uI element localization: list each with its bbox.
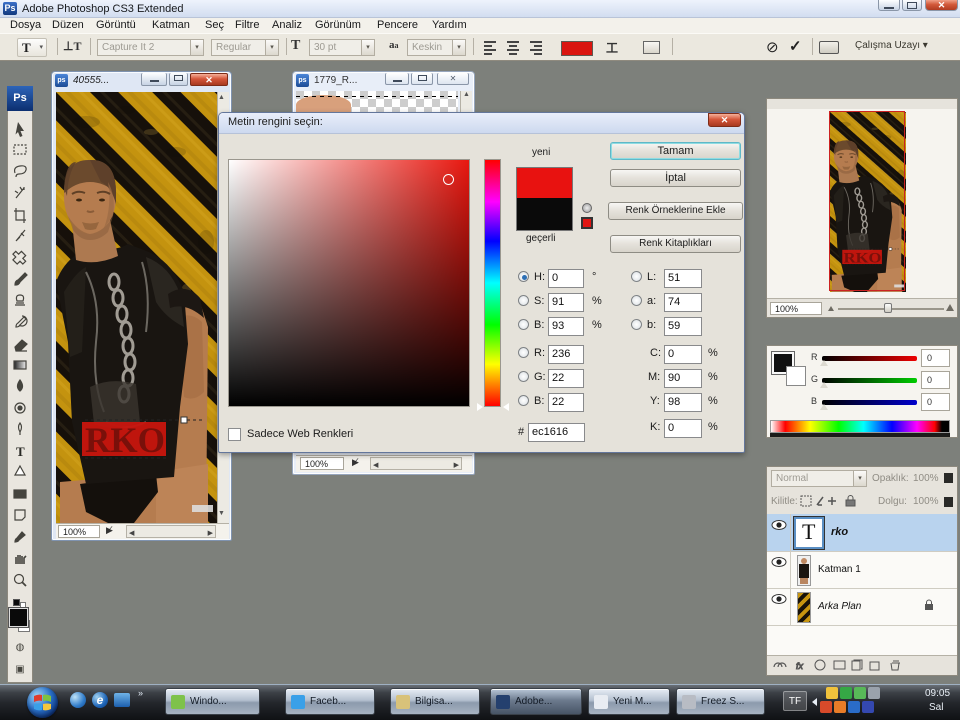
svg-text:fx: fx — [796, 661, 804, 671]
svg-text:T: T — [16, 444, 25, 459]
